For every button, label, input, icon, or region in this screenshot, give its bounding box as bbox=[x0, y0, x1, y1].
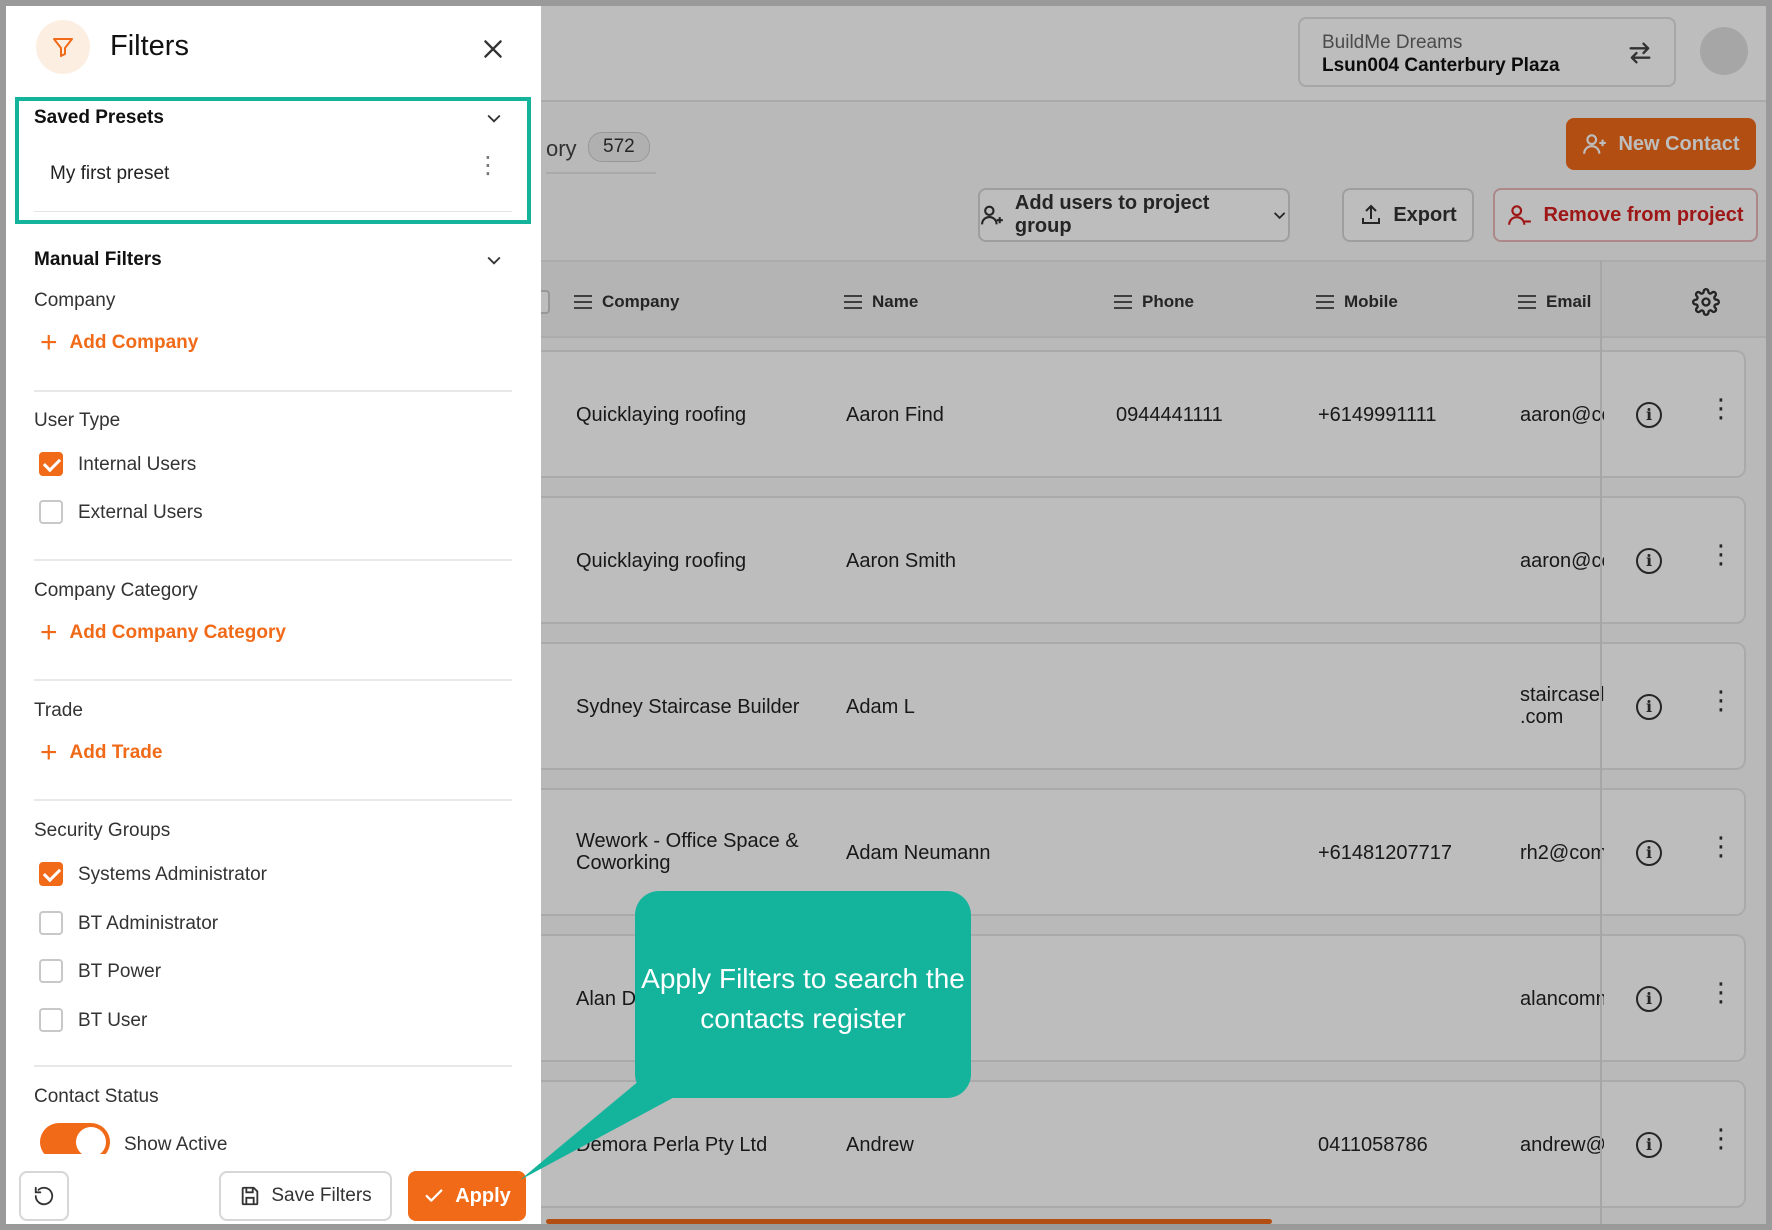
save-icon bbox=[242, 1186, 259, 1206]
bt-power-label: BT Power bbox=[78, 961, 162, 982]
chevron-down-icon[interactable] bbox=[484, 108, 504, 128]
add-company-button[interactable]: + Add Company bbox=[40, 326, 199, 359]
show-active-label: Show Active bbox=[124, 1134, 228, 1155]
divider bbox=[34, 1065, 512, 1067]
add-trade-label: Add Trade bbox=[69, 742, 163, 763]
bt-administrator-label: BT Administrator bbox=[78, 913, 219, 934]
internal-users-label: Internal Users bbox=[78, 454, 197, 475]
external-users-checkbox[interactable] bbox=[39, 500, 63, 524]
saved-presets-title[interactable]: Saved Presets bbox=[34, 107, 164, 129]
close-icon[interactable] bbox=[480, 36, 506, 62]
apply-button[interactable]: Apply bbox=[408, 1171, 526, 1221]
security-groups-label: Security Groups bbox=[34, 820, 171, 841]
divider bbox=[34, 799, 512, 801]
user-type-label: User Type bbox=[34, 410, 121, 431]
filter-badge bbox=[36, 20, 90, 74]
callout-text: Apply Filters to search the contacts reg… bbox=[641, 963, 965, 1034]
preset-item[interactable]: My first preset bbox=[50, 163, 169, 185]
bt-user-label: BT User bbox=[78, 1010, 148, 1031]
add-trade-button[interactable]: + Add Trade bbox=[40, 736, 163, 769]
plus-icon: + bbox=[40, 326, 58, 359]
more-options-icon[interactable]: ⋮ bbox=[476, 154, 500, 178]
filters-title: Filters bbox=[110, 30, 189, 62]
save-filters-button[interactable]: Save Filters bbox=[219, 1171, 392, 1221]
systems-administrator-label: Systems Administrator bbox=[78, 864, 267, 885]
bt-power-checkbox[interactable] bbox=[39, 959, 63, 983]
plus-icon: + bbox=[40, 736, 58, 769]
bt-user-checkbox[interactable] bbox=[39, 1008, 63, 1032]
systems-administrator-checkbox[interactable] bbox=[39, 862, 63, 886]
divider bbox=[34, 211, 512, 212]
reset-icon bbox=[34, 1186, 54, 1206]
external-users-label: External Users bbox=[78, 502, 203, 523]
add-company-category-button[interactable]: + Add Company Category bbox=[40, 616, 286, 649]
contact-status-label: Contact Status bbox=[34, 1086, 159, 1107]
trade-label: Trade bbox=[34, 700, 83, 721]
save-filters-label: Save Filters bbox=[271, 1185, 372, 1206]
filter-icon bbox=[53, 38, 73, 57]
divider bbox=[34, 559, 512, 561]
bt-administrator-checkbox[interactable] bbox=[39, 911, 63, 935]
plus-icon: + bbox=[40, 616, 58, 649]
check-icon bbox=[425, 1189, 443, 1202]
company-category-label: Company Category bbox=[34, 580, 198, 601]
add-company-label: Add Company bbox=[69, 332, 199, 353]
divider bbox=[34, 679, 512, 681]
tutorial-callout: Apply Filters to search the contacts reg… bbox=[635, 891, 971, 1098]
company-filter-label: Company bbox=[34, 290, 116, 311]
filters-panel: Filters Saved Presets My first preset ⋮ … bbox=[6, 6, 541, 1224]
chevron-down-icon[interactable] bbox=[484, 250, 504, 270]
add-company-category-label: Add Company Category bbox=[69, 622, 286, 643]
apply-label: Apply bbox=[455, 1184, 511, 1207]
internal-users-checkbox[interactable] bbox=[39, 452, 63, 476]
reset-button[interactable] bbox=[19, 1171, 69, 1221]
divider bbox=[34, 390, 512, 392]
manual-filters-title[interactable]: Manual Filters bbox=[34, 249, 162, 271]
filters-footer: Save Filters Apply bbox=[6, 1154, 541, 1224]
